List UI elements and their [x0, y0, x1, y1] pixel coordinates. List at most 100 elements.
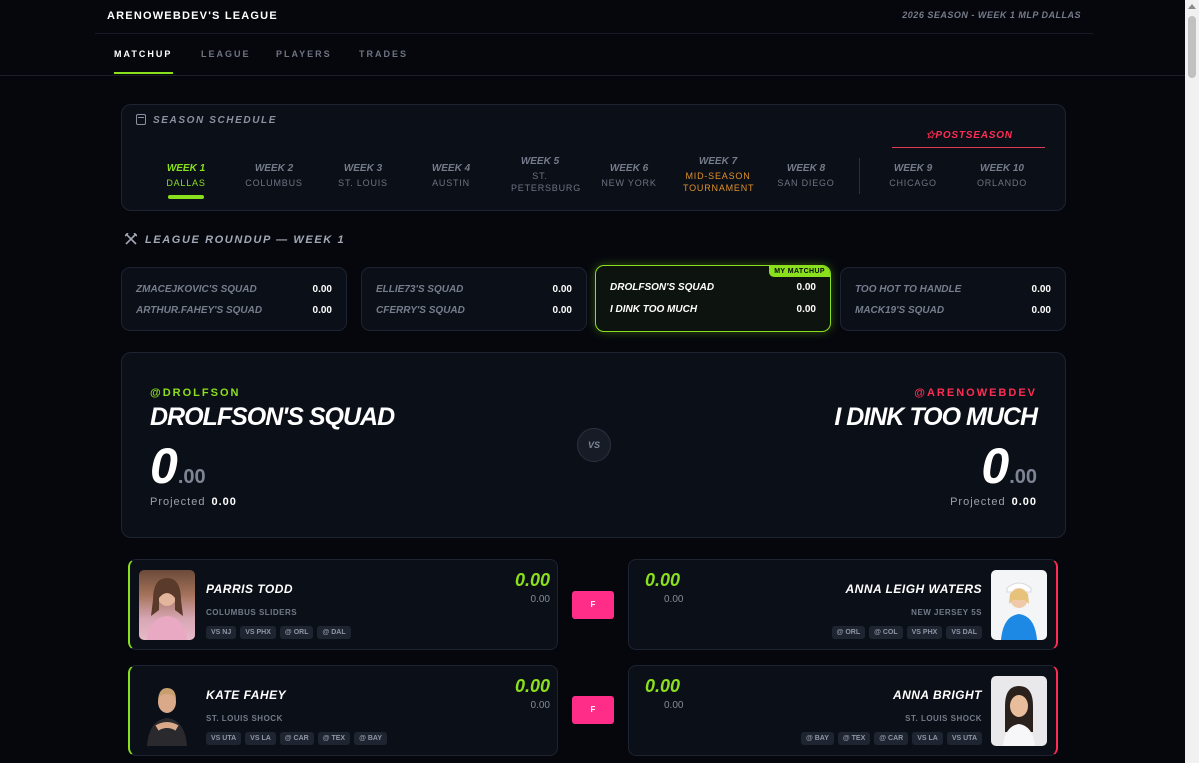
- team-name: ELLIE73'S SQUAD: [376, 284, 464, 295]
- player-avatar-icon: [1003, 686, 1035, 746]
- week-item-5[interactable]: WEEK 5 ST. PETERSBURG: [495, 156, 585, 194]
- matchup-team-row: MACK19'S SQUAD 0.00: [855, 305, 1051, 319]
- player-team: NEW JERSEY 5S: [911, 608, 982, 617]
- team-name: CFERRY'S SQUAD: [376, 305, 465, 316]
- matchup-card[interactable]: ELLIE73'S SQUAD 0.00 CFERRY'S SQUAD 0.00: [361, 267, 587, 331]
- away-projected: Projected 0.00: [950, 496, 1037, 508]
- game-schedule: VS NJ VS PHX @ ORL @ DAL: [206, 626, 351, 639]
- game-chip: @ COL: [869, 626, 903, 639]
- week-number: WEEK 7: [698, 156, 738, 167]
- player-projected: 0.00: [664, 700, 684, 711]
- player-name: PARRIS TODD: [206, 582, 294, 596]
- game-chip: @ BAY: [800, 732, 834, 745]
- matchup-team-row: TOO HOT TO HANDLE 0.00: [855, 284, 1051, 298]
- team-score: 0.00: [312, 284, 332, 295]
- week-city: DALLAS: [166, 178, 206, 188]
- player-team: ST. LOUIS SHOCK: [206, 714, 283, 723]
- scroll-up-arrow-icon[interactable]: [1188, 4, 1196, 9]
- team-score: 0.00: [1031, 305, 1051, 316]
- tab-players[interactable]: PLAYERS: [276, 49, 332, 59]
- game-chip: @ BAY: [354, 732, 388, 745]
- away-score: 0.00: [981, 437, 1037, 495]
- tab-trades[interactable]: TRADES: [359, 49, 408, 59]
- player-avatar-icon: [1001, 582, 1037, 640]
- scrollbar[interactable]: [1185, 0, 1199, 763]
- game-chip: VS PHX: [240, 626, 276, 639]
- team-name: I DINK TOO MUCH: [610, 304, 698, 315]
- player-name: KATE FAHEY: [206, 688, 287, 702]
- tab-league[interactable]: LEAGUE: [201, 49, 251, 59]
- tab-matchup[interactable]: MATCHUP: [114, 49, 172, 59]
- week-number: WEEK 10: [980, 163, 1024, 174]
- game-chip: @ CAR: [279, 732, 314, 745]
- team-name: DROLFSON'S SQUAD: [610, 282, 715, 293]
- game-chip: @ ORL: [279, 626, 314, 639]
- season-schedule: SEASON SCHEDULE ✩POSTSEASON WEEK 1 DALLA…: [121, 104, 1066, 211]
- week-item-7[interactable]: WEEK 7 MID-SEASON TOURNAMENT: [673, 156, 763, 194]
- home-player-card[interactable]: PARRIS TODD COLUMBUS SLIDERS VS NJ VS PH…: [128, 559, 558, 650]
- team-score: 0.00: [552, 284, 572, 295]
- calendar-icon: [136, 114, 146, 125]
- roundup-title: LEAGUE ROUNDUP — WEEK 1: [145, 234, 346, 246]
- my-matchup-card[interactable]: MY MATCHUP DROLFSON'S SQUAD 0.00 I DINK T…: [595, 265, 831, 332]
- vs-badge: VS: [577, 428, 611, 462]
- week-city: ORLANDO: [976, 178, 1028, 188]
- scroll-thumb[interactable]: [1188, 16, 1196, 78]
- week-number: WEEK 4: [431, 163, 471, 174]
- week-item-2[interactable]: WEEK 2 COLUMBUS: [229, 163, 319, 189]
- week-city: ST. PETERSBURG: [511, 171, 582, 193]
- away-player-card[interactable]: 0.00 0.00 ANNA LEIGH WATERS NEW JERSEY 5…: [628, 559, 1058, 650]
- matchup-scoreboard: @DROLFSON DROLFSON'S SQUAD 0.00 Projecte…: [121, 352, 1066, 538]
- matchup-team-row: ELLIE73'S SQUAD 0.00: [376, 284, 572, 298]
- postseason-divider: [892, 147, 1045, 148]
- projected-label: Projected: [150, 496, 206, 508]
- matchup-card[interactable]: TOO HOT TO HANDLE 0.00 MACK19'S SQUAD 0.00: [840, 267, 1066, 331]
- team-score: 0.00: [312, 305, 332, 316]
- matchup-card[interactable]: ZMACEJKOVIC'S SQUAD 0.00 ARTHUR.FAHEY'S S…: [121, 267, 347, 331]
- week-city: CHICAGO: [889, 178, 937, 188]
- player-score: 0.00: [645, 676, 681, 696]
- week-item-1[interactable]: WEEK 1 DALLAS: [141, 163, 231, 199]
- home-score: 0.00: [150, 437, 206, 495]
- week-item-10[interactable]: WEEK 10 ORLANDO: [957, 163, 1047, 189]
- week-number: WEEK 5: [520, 156, 560, 167]
- game-schedule: @ BAY @ TEX @ CAR VS LA VS UTA: [800, 732, 982, 745]
- away-team-name: I DINK TOO MUCH: [834, 403, 1038, 431]
- week-item-3[interactable]: WEEK 3 ST. LOUIS: [318, 163, 408, 189]
- schedule-title: SEASON SCHEDULE: [153, 115, 278, 126]
- player-name: ANNA LEIGH WATERS: [845, 582, 982, 596]
- week-number: WEEK 6: [609, 163, 649, 174]
- player-team: ST. LOUIS SHOCK: [905, 714, 982, 723]
- week-item-9[interactable]: WEEK 9 CHICAGO: [868, 163, 958, 189]
- away-player-card[interactable]: 0.00 0.00 ANNA BRIGHT ST. LOUIS SHOCK @ …: [628, 665, 1058, 756]
- player-team: COLUMBUS SLIDERS: [206, 608, 298, 617]
- flex-slot-button[interactable]: F: [572, 696, 614, 724]
- matchup-team-row: ZMACEJKOVIC'S SQUAD 0.00: [136, 284, 332, 298]
- player-projected: 0.00: [664, 594, 684, 605]
- postseason-label: ✩POSTSEASON: [926, 130, 1013, 141]
- game-chip: VS UTA: [206, 732, 242, 745]
- week-item-6[interactable]: WEEK 6 NEW YORK: [584, 163, 674, 189]
- active-tab-indicator: [114, 72, 173, 74]
- game-chip: @ DAL: [317, 626, 351, 639]
- player-name: ANNA BRIGHT: [892, 688, 982, 702]
- week-city: SAN DIEGO: [777, 178, 835, 188]
- matchup-team-row: CFERRY'S SQUAD 0.00: [376, 305, 572, 319]
- player-projected: 0.00: [530, 700, 550, 711]
- projected-value: 0.00: [1011, 496, 1037, 508]
- team-name: ARTHUR.FAHEY'S SQUAD: [136, 305, 263, 316]
- week-city: NEW YORK: [601, 178, 657, 188]
- home-player-card[interactable]: KATE FAHEY ST. LOUIS SHOCK VS UTA VS LA …: [128, 665, 558, 756]
- week-number: WEEK 2: [254, 163, 294, 174]
- player-photo: [139, 676, 195, 746]
- week-item-8[interactable]: WEEK 8 SAN DIEGO: [761, 163, 851, 189]
- week-item-4[interactable]: WEEK 4 AUSTIN: [406, 163, 496, 189]
- score-integer: 0: [150, 438, 178, 494]
- flex-slot-button[interactable]: F: [572, 591, 614, 619]
- score-decimal: .00: [177, 466, 206, 488]
- player-avatar-icon: [147, 688, 187, 746]
- matchup-team-row: DROLFSON'S SQUAD 0.00: [610, 282, 816, 296]
- player-photo: [139, 570, 195, 640]
- projected-value: 0.00: [211, 496, 237, 508]
- top-bar: ARENOWEBDEV'S LEAGUE 2026 SEASON - WEEK …: [95, 0, 1093, 34]
